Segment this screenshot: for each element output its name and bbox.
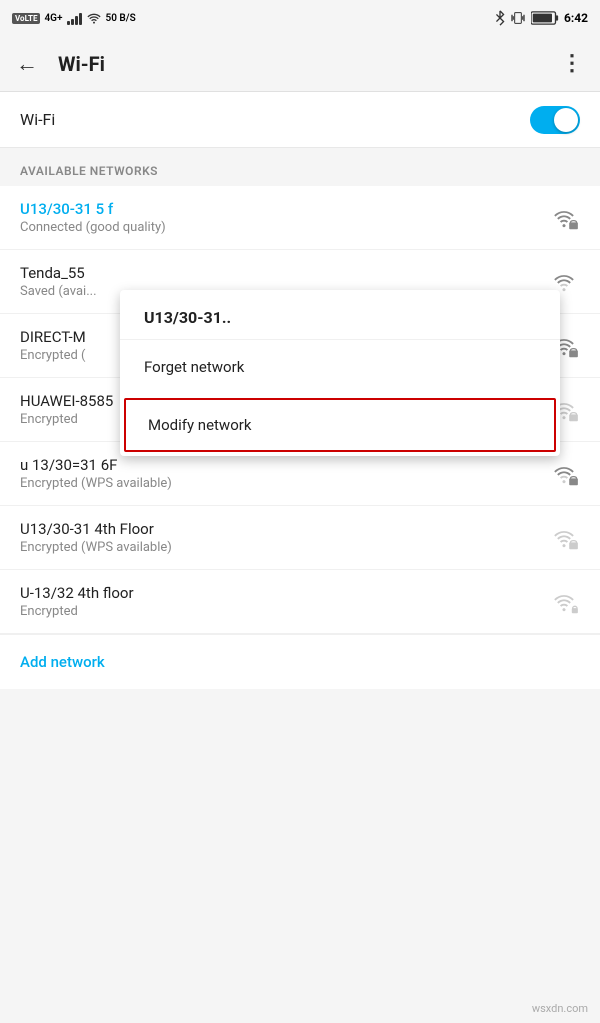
network-speed: 50 B/S bbox=[106, 13, 136, 24]
network-name-tenda: Tenda_55 bbox=[20, 264, 548, 282]
context-menu: U13/30-31.. Forget network Modify networ… bbox=[120, 290, 560, 456]
network-item-connected[interactable]: U13/30-31 5 f Connected (good quality) bbox=[0, 186, 600, 250]
wifi-toggle-row: Wi-Fi bbox=[0, 92, 600, 148]
network-name-u13-6f: u 13/30=31 6F bbox=[20, 456, 548, 474]
network-item-u13-4th[interactable]: U13/30-31 4th Floor Encrypted (WPS avail… bbox=[0, 506, 600, 570]
status-left: VoLTE 4G+ 50 B/S bbox=[12, 11, 136, 25]
network-info-u1332: U-13/32 4th floor Encrypted bbox=[20, 584, 548, 619]
time-display: 6:42 bbox=[564, 11, 588, 25]
network-item-u1332[interactable]: U-13/32 4th floor Encrypted bbox=[0, 570, 600, 634]
network-info-connected: U13/30-31 5 f Connected (good quality) bbox=[20, 200, 548, 235]
back-button[interactable]: ← bbox=[16, 51, 38, 77]
vibrate-icon bbox=[510, 10, 526, 26]
context-menu-title: U13/30-31.. bbox=[120, 290, 560, 340]
wifi-toggle-switch[interactable] bbox=[530, 106, 580, 134]
wifi-setting-label: Wi-Fi bbox=[20, 110, 530, 129]
network-name-u13-4th: U13/30-31 4th Floor bbox=[20, 520, 548, 538]
nav-bar: ← Wi-Fi ⋮ bbox=[0, 36, 600, 92]
status-bar: VoLTE 4G+ 50 B/S bbox=[0, 0, 600, 36]
network-name-connected: U13/30-31 5 f bbox=[20, 200, 548, 218]
status-right: 6:42 bbox=[495, 10, 588, 26]
available-networks-header: AVAILABLE NETWORKS bbox=[0, 148, 600, 186]
wifi-status-icon bbox=[86, 11, 102, 25]
toggle-knob bbox=[554, 108, 578, 132]
wifi-icon-u13-4th bbox=[548, 525, 580, 551]
volte-badge: VoLTE bbox=[12, 13, 40, 24]
wifi-icon-u13-6f bbox=[548, 461, 580, 487]
wifi-icon-u1332 bbox=[548, 589, 580, 615]
signal-bars-icon bbox=[67, 11, 82, 25]
page-title: Wi-Fi bbox=[58, 52, 561, 76]
network-type: 4G+ bbox=[44, 13, 62, 24]
network-info-u13-4th: U13/30-31 4th Floor Encrypted (WPS avail… bbox=[20, 520, 548, 555]
network-name-u1332: U-13/32 4th floor bbox=[20, 584, 548, 602]
network-status-u13-6f: Encrypted (WPS available) bbox=[20, 476, 548, 491]
add-network-button[interactable]: Add network bbox=[0, 634, 600, 689]
bluetooth-icon bbox=[495, 10, 505, 26]
modify-network-option[interactable]: Modify network bbox=[124, 398, 556, 452]
network-status-u13-4th: Encrypted (WPS available) bbox=[20, 540, 548, 555]
network-info-u13-6f: u 13/30=31 6F Encrypted (WPS available) bbox=[20, 456, 548, 491]
watermark: wsxdn.com bbox=[532, 1002, 588, 1015]
more-options-button[interactable]: ⋮ bbox=[561, 51, 584, 76]
wifi-icon-connected bbox=[548, 205, 580, 231]
network-status-connected: Connected (good quality) bbox=[20, 220, 548, 235]
forget-network-option[interactable]: Forget network bbox=[120, 340, 560, 394]
network-status-u1332: Encrypted bbox=[20, 604, 548, 619]
battery-icon bbox=[531, 11, 559, 25]
